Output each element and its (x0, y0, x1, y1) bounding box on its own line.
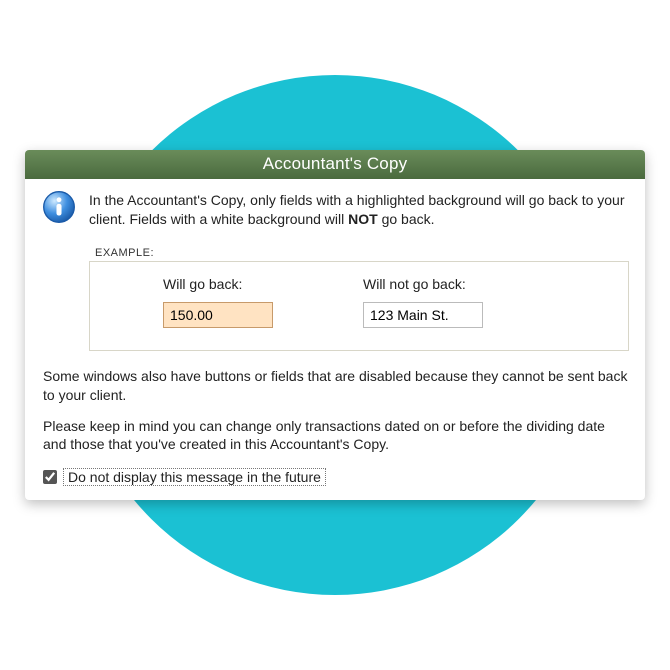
will-not-go-back-field (363, 302, 483, 328)
dialog-title: Accountant's Copy (263, 154, 408, 173)
example-box: Will go back: Will not go back: (89, 261, 629, 351)
paragraph-dividing-date-note: Please keep in mind you can change only … (43, 417, 629, 455)
accountants-copy-dialog: Accountant's Copy (25, 150, 645, 500)
will-not-go-back-label: Will not go back: (363, 276, 563, 292)
will-go-back-field (163, 302, 273, 328)
paragraph-disabled-note: Some windows also have buttons or fields… (43, 367, 629, 405)
intro-row: In the Accountant's Copy, only fields wi… (41, 189, 629, 229)
intro-text-bold: NOT (348, 211, 378, 227)
do-not-display-label[interactable]: Do not display this message in the futur… (63, 468, 326, 486)
do-not-display-checkbox[interactable] (43, 470, 57, 484)
intro-text: In the Accountant's Copy, only fields wi… (89, 189, 629, 229)
example-col-will-not-go-back: Will not go back: (363, 276, 563, 328)
intro-text-after: go back. (378, 211, 435, 227)
dialog-content: In the Accountant's Copy, only fields wi… (25, 179, 645, 500)
example-label: EXAMPLE: (95, 247, 629, 259)
info-icon (41, 189, 77, 225)
will-go-back-label: Will go back: (163, 276, 363, 292)
do-not-display-row: Do not display this message in the futur… (43, 468, 629, 486)
example-col-will-go-back: Will go back: (163, 276, 363, 328)
dialog-title-bar: Accountant's Copy (25, 150, 645, 179)
example-block: EXAMPLE: Will go back: Will not go back: (89, 247, 629, 351)
